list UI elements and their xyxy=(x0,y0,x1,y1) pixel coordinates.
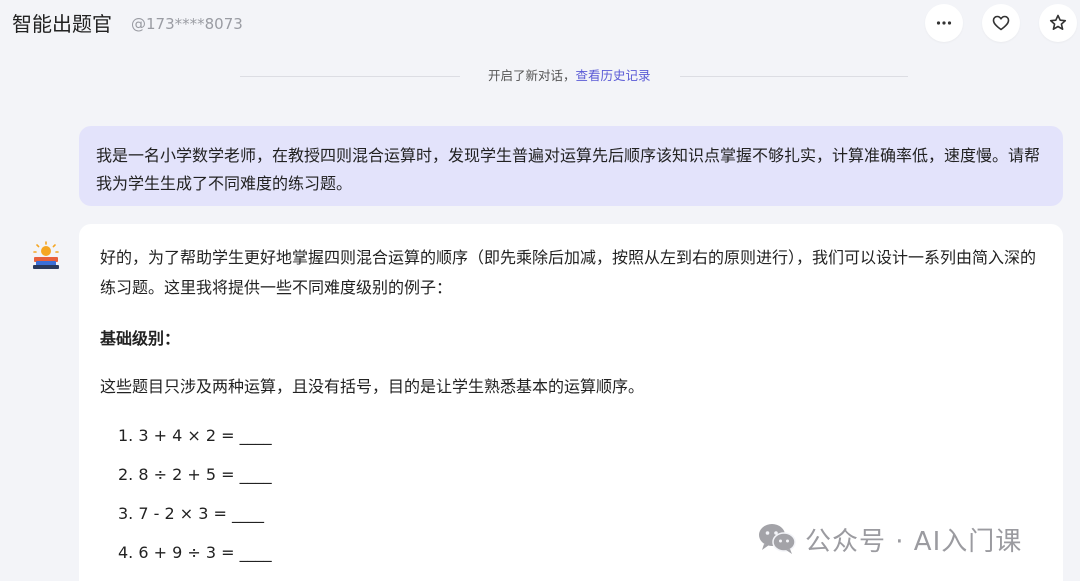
section-title: 基础级别： xyxy=(100,329,181,348)
user-id: @173****8073 xyxy=(131,15,243,33)
user-message-bubble: 我是一名小学数学老师，在教授四则混合运算时，发现学生普遍对运算先后顺序该知识点掌… xyxy=(79,126,1063,206)
watermark: 公众号 · AI入门课 xyxy=(757,520,1022,558)
new-conversation-label: 开启了新对话， xyxy=(488,68,576,83)
more-horizontal-icon xyxy=(936,21,952,25)
heart-icon xyxy=(992,15,1010,31)
divider-line xyxy=(240,76,460,77)
more-button[interactable] xyxy=(925,4,963,42)
view-history-link[interactable]: 查看历史记录 xyxy=(576,68,651,83)
user-message-text: 我是一名小学数学老师，在教授四则混合运算时，发现学生普遍对运算先后顺序该知识点掌… xyxy=(96,146,1041,193)
like-button[interactable] xyxy=(982,4,1020,42)
new-conversation-divider: 开启了新对话，查看历史记录 xyxy=(240,66,908,86)
wechat-icon xyxy=(759,524,796,554)
assistant-intro-text: 好的，为了帮助学生更好地掌握四则混合运算的顺序（即先乘除后加减，按照从左到右的原… xyxy=(100,248,1037,297)
exercise-item: 4. 6 + 9 ÷ 3 = ____ xyxy=(118,543,272,562)
star-icon xyxy=(1049,14,1067,30)
header-bar: 智能出题官 @173****8073 xyxy=(0,0,1080,48)
divider-text: 开启了新对话，查看历史记录 xyxy=(488,67,651,85)
divider-line xyxy=(680,76,908,77)
chat-page: 智能出题官 @173****8073 开启了新对话，查看历史记录 我是一名小学数 xyxy=(0,0,1080,581)
assistant-avatar-icon xyxy=(33,241,59,269)
exercise-item: 3. 7 - 2 × 3 = ____ xyxy=(118,504,264,523)
favorite-button[interactable] xyxy=(1039,4,1077,42)
app-title: 智能出题官 xyxy=(12,12,112,36)
exercise-item: 2. 8 ÷ 2 + 5 = ____ xyxy=(118,465,272,484)
exercise-item: 1. 3 + 4 × 2 = ____ xyxy=(118,426,272,445)
watermark-text: 公众号 · AI入门课 xyxy=(805,526,1023,557)
section-description: 这些题目只涉及两种运算，且没有括号，目的是让学生熟悉基本的运算顺序。 xyxy=(100,377,645,396)
